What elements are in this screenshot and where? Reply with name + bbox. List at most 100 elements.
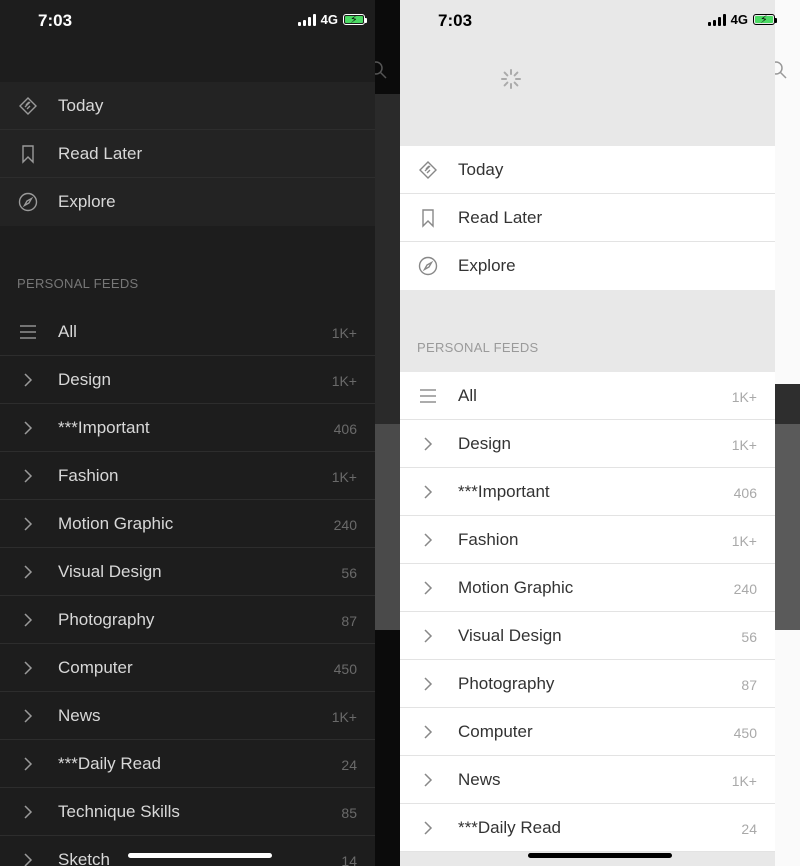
chevron-right-icon[interactable]: [418, 770, 438, 790]
feed-count: 14: [341, 853, 357, 866]
feed-count: 1K+: [331, 373, 357, 389]
feed-row[interactable]: Photography 87: [400, 660, 775, 708]
feed-count: 1K+: [731, 533, 757, 549]
feed-count: 24: [741, 821, 757, 837]
feed-label: Sketch: [58, 850, 110, 866]
feed-count: 87: [341, 613, 357, 629]
compass-icon: [18, 192, 38, 212]
chevron-right-icon[interactable]: [18, 370, 38, 390]
chevron-right-icon[interactable]: [418, 530, 438, 550]
chevron-right-icon[interactable]: [418, 722, 438, 742]
chevron-right-icon[interactable]: [18, 418, 38, 438]
feed-label: Motion Graphic: [58, 514, 174, 533]
menu-label: Explore: [58, 192, 116, 211]
feed-row[interactable]: Computer 450: [400, 708, 775, 756]
feed-row[interactable]: News 1K+: [0, 692, 375, 740]
menu-label: Read Later: [458, 208, 543, 227]
section-title: PERSONAL FEEDS: [17, 276, 139, 291]
feed-row[interactable]: Computer 450: [0, 644, 375, 692]
feed-label: Motion Graphic: [458, 578, 574, 597]
menu-label: Read Later: [58, 144, 143, 163]
menu-item-explore[interactable]: Explore: [400, 242, 775, 290]
navigation-drawer: 7:03 4G ⚡ Today Read Later Explore PERSO…: [0, 0, 375, 866]
network-label: 4G: [730, 12, 748, 27]
feed-row[interactable]: ***Important 406: [0, 404, 375, 452]
chevron-right-icon[interactable]: [18, 658, 38, 678]
chevron-right-icon[interactable]: [18, 706, 38, 726]
feed-row[interactable]: Technique Skills 85: [0, 788, 375, 836]
feed-count: 1K+: [331, 469, 357, 485]
menu-item-explore[interactable]: Explore: [0, 178, 375, 226]
feed-row[interactable]: Motion Graphic 240: [400, 564, 775, 612]
feed-count: 56: [741, 629, 757, 645]
chevron-right-icon[interactable]: [418, 626, 438, 646]
home-indicator[interactable]: [128, 853, 272, 858]
chevron-right-icon[interactable]: [18, 850, 38, 866]
battery-icon: ⚡: [753, 14, 777, 26]
feed-row[interactable]: Design 1K+: [400, 420, 775, 468]
menu-item-today[interactable]: Today: [0, 82, 375, 130]
feed-row[interactable]: Photography 87: [0, 596, 375, 644]
menu-label: Today: [458, 160, 504, 179]
status-time: 7:03: [438, 11, 473, 30]
loading-spinner-icon: [500, 68, 522, 90]
chevron-right-icon[interactable]: [418, 818, 438, 838]
feed-label: All: [458, 386, 477, 405]
feed-row[interactable]: Design 1K+: [0, 356, 375, 404]
feed-count: 450: [333, 661, 357, 677]
feed-label: Computer: [58, 658, 133, 677]
feed-count: 1K+: [731, 773, 757, 789]
background-content: [775, 0, 800, 866]
feed-label: ***Daily Read: [58, 754, 161, 773]
chevron-right-icon[interactable]: [18, 754, 38, 774]
menu-label: Today: [58, 96, 104, 115]
feed-label: Technique Skills: [58, 802, 180, 821]
feed-label: Photography: [458, 674, 555, 693]
signal-icon: [707, 13, 726, 26]
feed-row[interactable]: Fashion 1K+: [400, 516, 775, 564]
menu-item-read-later[interactable]: Read Later: [400, 194, 775, 242]
home-indicator[interactable]: [528, 853, 672, 858]
feed-row[interactable]: News 1K+: [400, 756, 775, 804]
feed-label: Design: [58, 370, 111, 389]
chevron-right-icon[interactable]: [18, 466, 38, 486]
feed-label: Visual Design: [58, 562, 162, 581]
feed-label: ***Important: [458, 482, 550, 501]
network-label: 4G: [320, 12, 338, 27]
feed-count: 240: [733, 581, 757, 597]
chevron-right-icon[interactable]: [18, 562, 38, 582]
chevron-right-icon[interactable]: [418, 482, 438, 502]
status-bar: 7:03 4G ⚡: [400, 0, 777, 44]
feed-label: Visual Design: [458, 626, 562, 645]
chevron-right-icon[interactable]: [418, 578, 438, 598]
feed-row[interactable]: Visual Design 56: [400, 612, 775, 660]
feed-label: ***Important: [58, 418, 150, 437]
feed-row[interactable]: Visual Design 56: [0, 548, 375, 596]
feed-row[interactable]: ***Important 406: [400, 468, 775, 516]
feed-row[interactable]: All 1K+: [400, 372, 775, 420]
feed-row[interactable]: ***Daily Read 24: [0, 740, 375, 788]
menu-label: Explore: [458, 256, 516, 275]
feed-label: Computer: [458, 722, 533, 741]
feed-row[interactable]: ***Daily Read 24: [400, 804, 775, 852]
chevron-right-icon[interactable]: [18, 802, 38, 822]
feed-row[interactable]: All 1K+: [0, 308, 375, 356]
chevron-right-icon[interactable]: [18, 610, 38, 630]
feed-count: 406: [333, 421, 357, 437]
chevron-right-icon[interactable]: [18, 514, 38, 534]
chevron-right-icon[interactable]: [418, 674, 438, 694]
feed-row[interactable]: Motion Graphic 240: [0, 500, 375, 548]
feed-label: Photography: [58, 610, 155, 629]
feed-row[interactable]: Fashion 1K+: [0, 452, 375, 500]
menu-item-read-later[interactable]: Read Later: [0, 130, 375, 178]
section-title: PERSONAL FEEDS: [417, 340, 539, 355]
feed-count: 87: [741, 677, 757, 693]
menu-item-today[interactable]: Today: [400, 146, 775, 194]
chevron-right-icon[interactable]: [418, 434, 438, 454]
feed-label: All: [58, 322, 77, 341]
feed-row[interactable]: Sketch 14: [0, 836, 375, 866]
feed-count: 1K+: [331, 325, 357, 341]
status-time: 7:03: [38, 11, 73, 30]
bookmark-icon: [18, 144, 38, 164]
feed-count: 450: [733, 725, 757, 741]
